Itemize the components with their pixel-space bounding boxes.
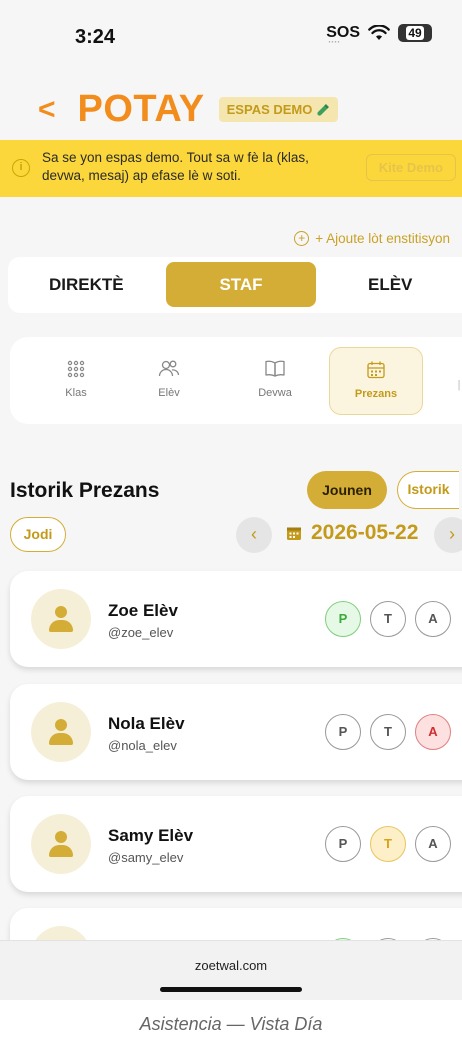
users-icon — [158, 360, 180, 377]
status-time: 3:24 — [75, 26, 116, 48]
chevron-left-icon[interactable]: < — [38, 94, 56, 125]
tab-student[interactable]: ELÈV — [368, 275, 412, 295]
tab-attendance-label: Prezans — [354, 388, 398, 400]
add-institution-label: + Ajoute lòt enstitisyon — [315, 231, 450, 246]
url-label[interactable]: zoetwal.com — [0, 958, 462, 973]
student-handle: @samy_elev — [108, 850, 184, 865]
tab-classes[interactable]: Klas — [38, 347, 114, 413]
leave-demo-button[interactable]: Kite Demo — [365, 154, 456, 181]
grid-icon — [67, 360, 85, 378]
tab-staff[interactable]: STAF — [166, 262, 316, 307]
tardy-toggle[interactable]: T — [370, 601, 406, 637]
browser-bar: zoetwal.com — [0, 940, 462, 1000]
student-card: Nola Elèv @nola_elev P T A — [10, 684, 462, 780]
home-indicator[interactable] — [160, 987, 302, 992]
banner-text: Sa se yon espas demo. Tout sa w fè la (k… — [42, 150, 309, 183]
wifi-icon — [368, 25, 390, 40]
selected-date[interactable]: 2026-05-22 — [311, 521, 418, 545]
present-toggle[interactable]: P — [325, 714, 361, 750]
screenshot-caption: Asistencia — Vista Día — [139, 1014, 323, 1034]
present-toggle[interactable]: P — [325, 601, 361, 637]
avatar — [31, 589, 91, 649]
demo-warning-banner: i Sa se yon espas demo. Tout sa w fè la … — [0, 140, 462, 197]
battery-level: 49 — [406, 26, 424, 40]
tardy-toggle[interactable]: T — [370, 826, 406, 862]
student-card: Zoe Elèv @zoe_elev P T A — [10, 571, 462, 667]
book-icon — [265, 360, 285, 377]
calendar-icon — [367, 361, 385, 379]
present-toggle[interactable]: P — [325, 826, 361, 862]
tab-students-label: Elèv — [158, 387, 180, 399]
add-institution-link[interactable]: + + Ajoute lòt enstitisyon — [294, 231, 450, 246]
sos-indicator: SOS — [326, 24, 360, 47]
phone-screen: 3:24 SOS 49 < POTAY ESPAS DEMO i Sa se y… — [0, 0, 462, 1000]
module-tabs: Klas Elèv Devwa Prezans | — [10, 337, 462, 424]
student-handle: @nola_elev — [108, 738, 177, 753]
previous-date-button[interactable]: ‹ — [236, 517, 272, 553]
status-icons: SOS 49 — [326, 24, 432, 47]
app-header: < POTAY ESPAS DEMO — [38, 88, 339, 131]
section-title: Istorik Prezans — [10, 479, 160, 502]
status-bar: 3:24 SOS 49 — [0, 0, 462, 80]
role-tabs: DIREKTÈ STAF ELÈV — [8, 257, 462, 313]
student-card: Samy Elèv @samy_elev P T A — [10, 796, 462, 892]
tab-classes-label: Klas — [65, 387, 87, 399]
demo-badge-label: ESPAS DEMO — [226, 102, 313, 117]
absent-toggle[interactable]: A — [415, 601, 451, 637]
history-view-button[interactable]: Istorik — [397, 471, 459, 509]
avatar — [31, 814, 91, 874]
student-handle: @zoe_elev — [108, 625, 174, 640]
tardy-toggle[interactable]: T — [370, 714, 406, 750]
battery-icon: 49 — [398, 24, 432, 42]
tab-students[interactable]: Elèv — [131, 347, 207, 413]
brand-title: POTAY — [77, 88, 205, 130]
plus-circle-icon: + — [294, 231, 310, 246]
today-button[interactable]: Jodi — [10, 517, 66, 552]
avatar — [31, 702, 91, 762]
student-name: Samy Elèv — [108, 826, 194, 845]
day-view-button[interactable]: Jounen — [307, 471, 387, 509]
tab-homework[interactable]: Devwa — [237, 347, 313, 413]
info-icon: i — [12, 159, 30, 177]
student-name: Zoe Elèv — [108, 601, 178, 620]
test-tube-icon — [317, 103, 330, 116]
next-date-button[interactable]: › — [434, 517, 462, 553]
tab-homework-label: Devwa — [258, 387, 292, 399]
chevron-left-icon: ‹ — [251, 524, 257, 544]
tab-attendance[interactable]: Prezans — [329, 347, 423, 415]
more-tabs-indicator: | — [457, 379, 461, 391]
student-name: Nola Elèv — [108, 714, 185, 733]
absent-toggle[interactable]: A — [415, 826, 451, 862]
tab-director[interactable]: DIREKTÈ — [49, 275, 124, 295]
chevron-right-icon: › — [449, 524, 455, 544]
demo-badge: ESPAS DEMO — [218, 97, 339, 122]
absent-toggle[interactable]: A — [415, 714, 451, 750]
calendar-icon — [287, 527, 301, 540]
